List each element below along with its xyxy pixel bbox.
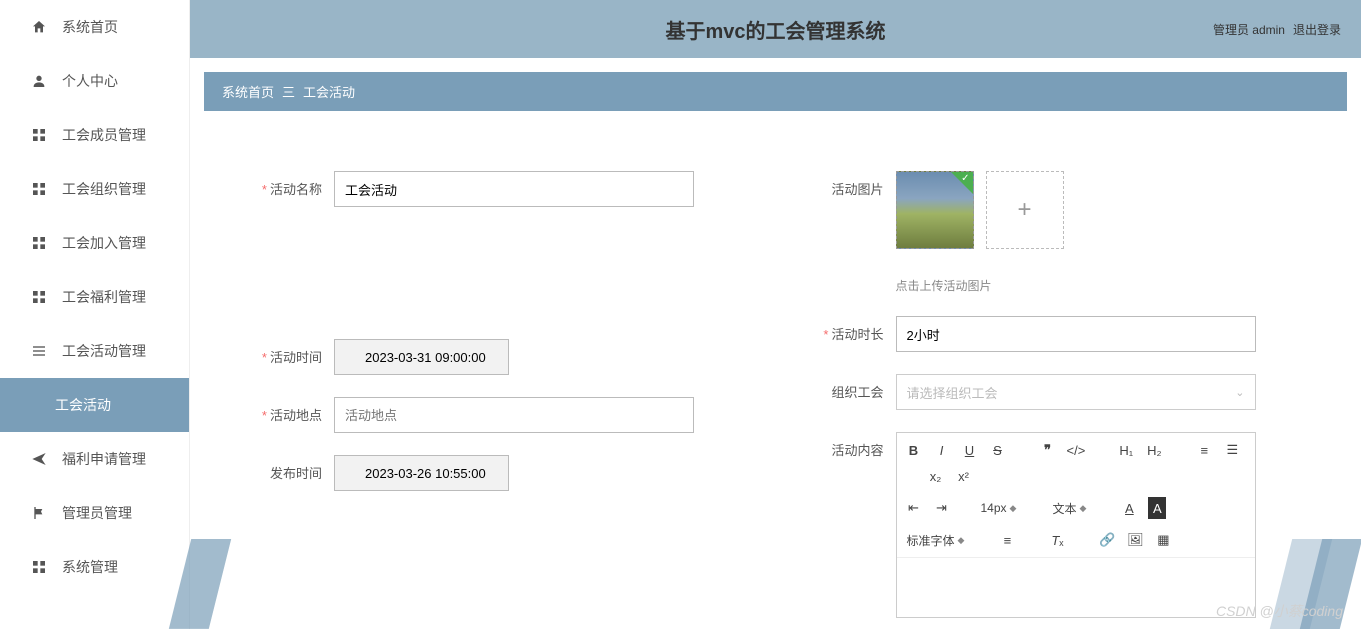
list-icon xyxy=(30,342,48,360)
sidebar-item-label: 系统管理 xyxy=(62,557,118,577)
list-bullet-icon[interactable]: ☰ xyxy=(1223,439,1241,461)
underline-icon[interactable]: U xyxy=(961,439,979,461)
label-org: 组织工会 xyxy=(806,374,896,401)
breadcrumb: 系统首页 三 工会活动 xyxy=(204,72,1347,111)
home-icon xyxy=(30,18,48,36)
image-icon[interactable]: 🖼 xyxy=(1126,529,1144,551)
flag-icon xyxy=(30,504,48,522)
outdent-icon[interactable]: ⇥ xyxy=(933,497,951,519)
font-size-select[interactable]: 14px◆ xyxy=(979,500,1019,516)
breadcrumb-current: 工会活动 xyxy=(303,82,355,101)
strike-icon[interactable]: S xyxy=(989,439,1007,461)
sidebar-item-activity[interactable]: 工会活动 xyxy=(0,378,189,432)
sidebar-item-label: 工会组织管理 xyxy=(62,179,146,199)
italic-icon[interactable]: I xyxy=(933,439,951,461)
sidebar-item-system[interactable]: 系统管理 xyxy=(0,540,189,594)
bg-color-icon[interactable]: A xyxy=(1148,497,1166,519)
sidebar-item-profile[interactable]: 个人中心 xyxy=(0,54,189,108)
font-color-icon[interactable]: A xyxy=(1120,497,1138,519)
grid-icon xyxy=(30,234,48,252)
upload-hint: 点击上传活动图片 xyxy=(896,277,1308,294)
label-location: *活动地点 xyxy=(244,397,334,424)
superscript-icon[interactable]: x² xyxy=(955,465,973,487)
grid-icon xyxy=(30,288,48,306)
rich-text-editor: B I U S ❞ </> H₁ H₂ xyxy=(896,432,1256,618)
sidebar-item-admin[interactable]: 管理员管理 xyxy=(0,486,189,540)
user-icon xyxy=(30,72,48,90)
link-icon[interactable]: 🔗 xyxy=(1098,529,1116,551)
bold-icon[interactable]: B xyxy=(905,439,923,461)
activity-name-input[interactable] xyxy=(334,171,694,207)
sidebar-item-members[interactable]: 工会成员管理 xyxy=(0,108,189,162)
grid-icon xyxy=(30,126,48,144)
check-icon: ✓ xyxy=(961,173,969,184)
clear-format-icon[interactable]: Tₓ xyxy=(1048,529,1066,551)
publish-time-input[interactable] xyxy=(334,455,509,491)
text-type-select[interactable]: 文本◆ xyxy=(1050,499,1088,518)
quote-icon[interactable]: ❞ xyxy=(1039,439,1057,461)
sidebar-item-label: 个人中心 xyxy=(62,71,118,91)
list-ordered-icon[interactable]: ≡ xyxy=(1195,439,1213,461)
sidebar-item-org[interactable]: 工会组织管理 xyxy=(0,162,189,216)
activity-duration-input[interactable] xyxy=(896,316,1256,352)
indent-icon[interactable]: ⇤ xyxy=(905,497,923,519)
grid-icon xyxy=(30,558,48,576)
admin-label[interactable]: 管理员 admin xyxy=(1213,21,1285,38)
label-image: 活动图片 xyxy=(806,171,896,198)
sidebar-item-welfare[interactable]: 工会福利管理 xyxy=(0,270,189,324)
subscript-icon[interactable]: x₂ xyxy=(927,465,945,487)
org-select[interactable]: 请选择组织工会 ⌄ xyxy=(896,374,1256,410)
h2-icon[interactable]: H₂ xyxy=(1145,439,1163,461)
sidebar-item-label: 工会福利管理 xyxy=(62,287,146,307)
page-title: 基于mvc的工会管理系统 xyxy=(665,15,885,44)
breadcrumb-sep: 三 xyxy=(282,82,295,101)
sidebar-item-label: 工会活动 xyxy=(55,395,111,415)
sidebar-item-label: 工会成员管理 xyxy=(62,125,146,145)
code-icon[interactable]: </> xyxy=(1067,439,1086,461)
video-icon[interactable]: ▦ xyxy=(1154,529,1172,551)
activity-time-input[interactable] xyxy=(334,339,509,375)
watermark: CSDN @小蔡coding xyxy=(1216,601,1343,621)
editor-toolbar: B I U S ❞ </> H₁ H₂ xyxy=(897,433,1255,557)
label-time: *活动时间 xyxy=(244,339,334,366)
sidebar-item-join[interactable]: 工会加入管理 xyxy=(0,216,189,270)
sidebar-item-label: 工会加入管理 xyxy=(62,233,146,253)
chevron-down-icon: ⌄ xyxy=(1235,386,1244,399)
activity-location-input[interactable] xyxy=(334,397,694,433)
uploaded-image-thumb[interactable]: ✓ xyxy=(896,171,974,249)
font-family-select[interactable]: 标准字体◆ xyxy=(905,531,967,550)
breadcrumb-root[interactable]: 系统首页 xyxy=(222,82,274,101)
plane-icon xyxy=(30,450,48,468)
label-name: *活动名称 xyxy=(244,171,334,198)
upload-add-button[interactable]: + xyxy=(986,171,1064,249)
grid-icon xyxy=(30,180,48,198)
sidebar-item-label: 管理员管理 xyxy=(62,503,132,523)
sidebar-item-welfare-apply[interactable]: 福利申请管理 xyxy=(0,432,189,486)
logout-link[interactable]: 退出登录 xyxy=(1293,21,1341,38)
sidebar-item-label: 福利申请管理 xyxy=(62,449,146,469)
h1-icon[interactable]: H₁ xyxy=(1117,439,1135,461)
align-icon[interactable]: ≡ xyxy=(998,529,1016,551)
label-content: 活动内容 xyxy=(806,432,896,459)
sidebar-item-label: 系统首页 xyxy=(62,17,118,37)
label-publish: 发布时间 xyxy=(244,455,334,482)
topbar: 基于mvc的工会管理系统 管理员 admin 退出登录 xyxy=(190,0,1361,58)
editor-body[interactable] xyxy=(897,557,1255,617)
sidebar-item-activity-mgmt[interactable]: 工会活动管理 xyxy=(0,324,189,378)
sidebar: 系统首页 个人中心 工会成员管理 工会组织管理 工会加入管理 工会福利管理 工会… xyxy=(0,0,190,629)
label-duration: *活动时长 xyxy=(806,316,896,343)
sidebar-item-label: 工会活动管理 xyxy=(62,341,146,361)
sidebar-item-home[interactable]: 系统首页 xyxy=(0,0,189,54)
